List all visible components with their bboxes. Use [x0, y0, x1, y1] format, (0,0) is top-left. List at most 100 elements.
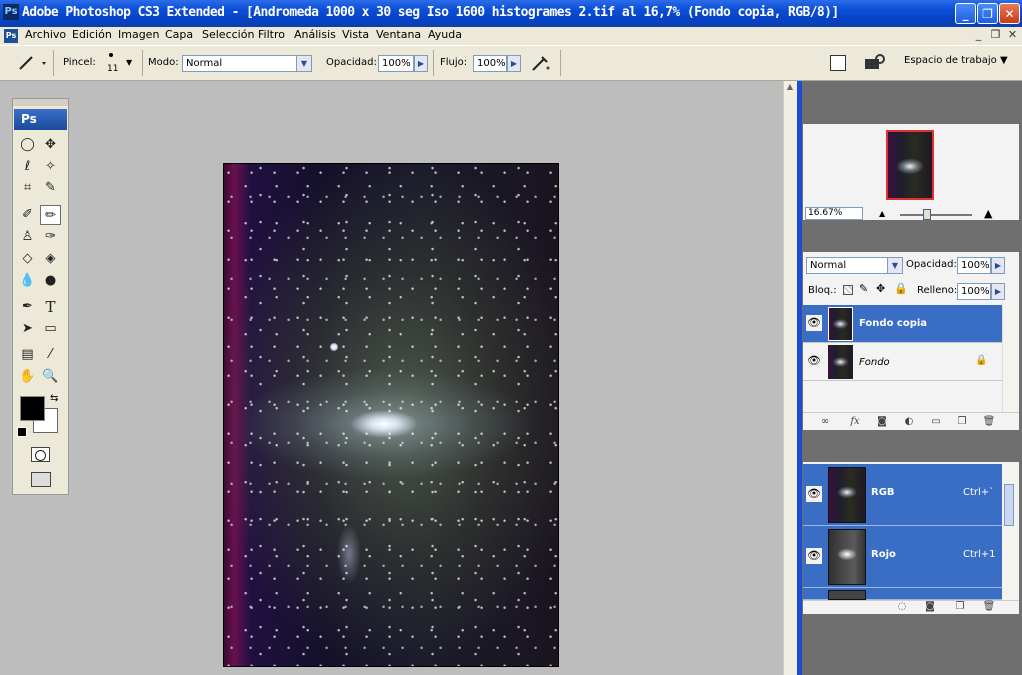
fill-slider-button[interactable]: ▶ — [991, 283, 1005, 300]
menu-archivo[interactable]: Archivo — [25, 28, 66, 41]
menu-filtro[interactable]: Filtro — [258, 28, 285, 41]
airbrush-icon[interactable] — [530, 52, 552, 74]
menu-imagen[interactable]: Imagen — [118, 28, 159, 41]
doc-close-button[interactable]: ✕ — [1006, 28, 1019, 41]
menu-analisis[interactable]: Análisis — [294, 28, 336, 41]
notes-tool-icon[interactable]: ▤ — [17, 345, 38, 365]
brush-tool-icon[interactable]: ✏ — [40, 205, 61, 225]
channel-row-rgb[interactable]: 👁 RGB Ctrl+` — [803, 464, 1002, 526]
trash-icon[interactable]: 🗑 — [982, 601, 996, 613]
lock-pixels-icon[interactable]: ✎ — [859, 282, 868, 295]
menu-seleccion[interactable]: Selección — [202, 28, 254, 41]
doc-restore-button[interactable]: ❐ — [989, 28, 1002, 41]
menu-ventana[interactable]: Ventana — [376, 28, 421, 41]
new-layer-icon[interactable]: ❐ — [955, 416, 969, 428]
scroll-up-icon[interactable]: ▲ — [784, 82, 796, 94]
eye-icon[interactable]: 👁 — [806, 315, 822, 331]
eyedropper-tool-icon[interactable]: ⁄ — [40, 345, 61, 365]
doc-minimize-button[interactable]: _ — [972, 28, 985, 41]
opacity-input[interactable]: 100% — [378, 55, 414, 72]
channels-scroll-thumb[interactable] — [1004, 484, 1014, 526]
layer-opacity-slider-button[interactable]: ▶ — [991, 257, 1005, 274]
group-icon[interactable]: ▭ — [929, 416, 943, 428]
channels-scrollbar[interactable] — [1002, 462, 1016, 600]
panel-grip[interactable] — [13, 99, 68, 106]
lock-all-icon[interactable]: 🔒 — [894, 282, 908, 295]
magic-wand-tool-icon[interactable]: ✧ — [40, 157, 61, 177]
load-selection-icon[interactable]: ◌ — [895, 601, 909, 613]
new-channel-icon[interactable]: ❐ — [953, 601, 967, 613]
foreground-color-front[interactable] — [20, 396, 45, 421]
navigator-zoom-input[interactable]: 16.67% — [805, 207, 863, 220]
lasso-tool-icon[interactable]: ℓ — [17, 157, 38, 177]
mode-select[interactable]: Normal — [182, 55, 312, 72]
menu-vista[interactable]: Vista — [342, 28, 369, 41]
layers-scrollbar[interactable] — [1002, 303, 1016, 413]
fill-input[interactable]: 100% — [957, 283, 991, 300]
slice-tool-icon[interactable]: ✎ — [40, 178, 61, 198]
zoom-out-icon[interactable]: ▲ — [879, 209, 885, 218]
canvas-vertical-scrollbar[interactable] — [783, 81, 797, 675]
maximize-button[interactable]: ❐ — [977, 3, 998, 24]
layer-opacity-input[interactable]: 100% — [957, 257, 991, 274]
move-tool-icon[interactable]: ✥ — [40, 135, 61, 155]
chevron-down-icon[interactable]: ▼ — [887, 257, 903, 274]
zoom-in-icon[interactable]: ▲ — [984, 207, 992, 220]
document-icon[interactable]: Ps — [4, 29, 18, 43]
minimize-button[interactable]: _ — [955, 3, 976, 24]
menu-edicion[interactable]: Edición — [72, 28, 112, 41]
channel-row-partial[interactable] — [803, 588, 1002, 600]
quick-mask-icon[interactable] — [31, 447, 50, 462]
paint-bucket-tool-icon[interactable]: ◈ — [40, 249, 61, 269]
default-colors-icon[interactable] — [17, 427, 27, 437]
chevron-down-icon[interactable]: ▼ — [296, 55, 312, 72]
eraser-tool-icon[interactable]: ◇ — [17, 249, 38, 269]
link-icon[interactable]: ∞ — [818, 416, 832, 428]
flow-input[interactable]: 100% — [473, 55, 507, 72]
type-tool-icon[interactable]: T — [40, 297, 61, 317]
navigator-slider-knob[interactable] — [923, 209, 931, 220]
workspace-menu[interactable]: Espacio de trabajo ▼ — [904, 55, 1008, 66]
marquee-tool-icon[interactable]: ◯ — [17, 135, 38, 155]
navigator-zoom-slider[interactable] — [900, 214, 972, 216]
layer-name[interactable]: Fondo copia — [859, 318, 927, 329]
brush-dropdown-icon[interactable]: ▼ — [126, 58, 132, 67]
hand-tool-icon[interactable]: ✋ — [17, 367, 38, 387]
channel-row-rojo[interactable]: 👁 Rojo Ctrl+1 — [803, 526, 1002, 588]
flow-slider-button[interactable]: ▶ — [507, 55, 521, 72]
path-selection-tool-icon[interactable]: ➤ — [17, 319, 38, 339]
crop-tool-icon[interactable]: ⌗ — [17, 178, 38, 198]
blur-tool-icon[interactable]: 💧 — [17, 271, 38, 291]
palette-well-icon[interactable] — [830, 55, 846, 71]
shape-tool-icon[interactable]: ▭ — [40, 319, 61, 339]
history-brush-tool-icon[interactable]: ✑ — [40, 227, 61, 247]
trash-icon[interactable]: 🗑 — [982, 416, 996, 428]
opacity-slider-button[interactable]: ▶ — [414, 55, 428, 72]
save-selection-icon[interactable]: ◙ — [923, 601, 937, 613]
clone-stamp-tool-icon[interactable]: ♙ — [17, 227, 38, 247]
close-button[interactable]: ✕ — [999, 3, 1020, 24]
layer-row-fondo[interactable]: 👁 Fondo 🔒 — [803, 343, 1002, 381]
menu-ayuda[interactable]: Ayuda — [428, 28, 462, 41]
fx-icon[interactable]: fx — [848, 416, 862, 428]
mask-icon[interactable]: ◙ — [875, 416, 889, 428]
lock-transparency-icon[interactable] — [843, 285, 853, 295]
healing-brush-tool-icon[interactable]: ✐ — [17, 205, 38, 225]
screen-mode-icon[interactable] — [31, 472, 51, 487]
eye-icon[interactable]: 👁 — [806, 353, 822, 369]
navigator-thumbnail[interactable] — [886, 130, 934, 200]
layer-name[interactable]: Fondo — [859, 357, 890, 368]
brush-size[interactable]: 11 — [107, 64, 118, 74]
layer-row-fondo-copia[interactable]: 👁 Fondo copia — [803, 305, 1002, 343]
menu-capa[interactable]: Capa — [165, 28, 193, 41]
lock-position-icon[interactable]: ✥ — [876, 282, 885, 295]
eye-icon[interactable]: 👁 — [806, 486, 822, 502]
zoom-tool-icon[interactable]: 🔍 — [40, 367, 61, 387]
bridge-icon[interactable] — [863, 53, 885, 73]
swap-colors-icon[interactable]: ⇆ — [50, 393, 58, 404]
dodge-tool-icon[interactable]: ● — [40, 271, 61, 291]
brush-preset-icon[interactable] — [16, 53, 48, 73]
adjustment-icon[interactable]: ◐ — [902, 416, 916, 428]
pen-tool-icon[interactable]: ✒ — [17, 297, 38, 317]
eye-icon[interactable]: 👁 — [806, 548, 822, 564]
